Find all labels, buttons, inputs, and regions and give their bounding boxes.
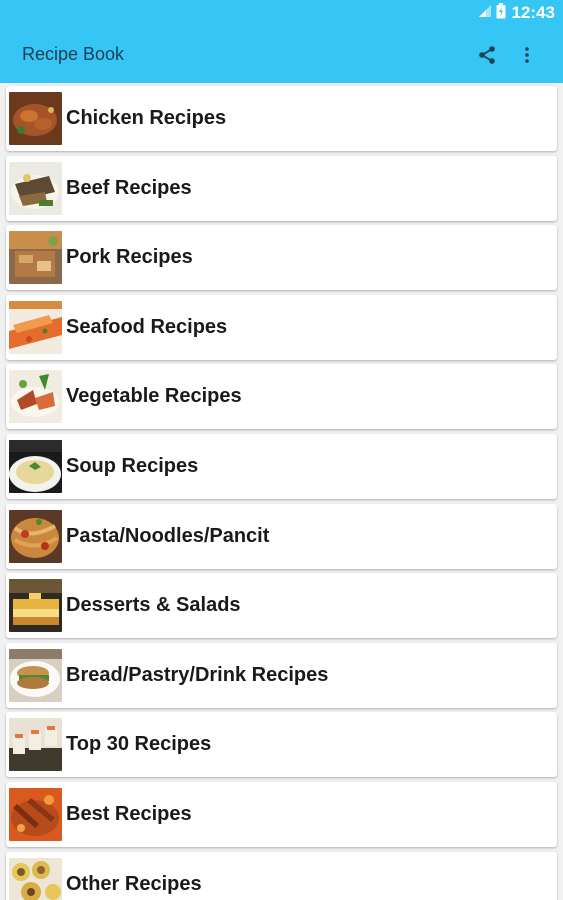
vegetable-dish-thumbnail xyxy=(9,370,62,424)
pasta-dish-thumbnail xyxy=(9,509,62,563)
category-item-bread-pastry-drink[interactable]: Bread/Pastry/Drink Recipes xyxy=(6,642,557,708)
rolls-platter-thumbnail xyxy=(9,857,62,900)
category-item-pasta[interactable]: Pasta/Noodles/Pancit xyxy=(6,503,557,569)
roast-dish-thumbnail xyxy=(9,787,62,841)
category-item-chicken[interactable]: Chicken Recipes xyxy=(6,86,557,151)
status-bar: 12:43 xyxy=(0,0,563,26)
category-label: Pork Recipes xyxy=(66,246,193,269)
app-title: Recipe Book xyxy=(22,44,125,64)
category-item-desserts[interactable]: Desserts & Salads xyxy=(6,573,557,639)
bread-pastry-thumbnail xyxy=(9,648,62,702)
status-icons xyxy=(478,2,506,24)
category-label: Soup Recipes xyxy=(66,454,199,477)
category-list: Chicken Recipes Beef Recipes Pork Recipe… xyxy=(0,83,563,900)
category-item-beef[interactable]: Beef Recipes xyxy=(6,155,557,221)
battery-icon xyxy=(496,2,506,24)
category-item-other[interactable]: Other Recipes xyxy=(6,851,557,900)
pork-dish-thumbnail xyxy=(9,231,62,285)
category-item-top-30[interactable]: Top 30 Recipes xyxy=(6,712,557,778)
soup-bowl-thumbnail xyxy=(9,439,62,493)
category-label: Pasta/Noodles/Pancit xyxy=(66,524,270,547)
seafood-dish-thumbnail xyxy=(9,300,62,354)
category-item-vegetable[interactable]: Vegetable Recipes xyxy=(6,364,557,430)
status-time: 12:43 xyxy=(511,3,555,22)
category-item-soup[interactable]: Soup Recipes xyxy=(6,433,557,499)
category-label: Other Recipes xyxy=(66,872,202,895)
sushi-rolls-thumbnail xyxy=(9,718,62,772)
signal-icon xyxy=(478,4,492,23)
share-icon xyxy=(479,45,495,64)
app-toolbar: Recipe Book xyxy=(0,26,563,83)
share-button[interactable] xyxy=(467,35,507,75)
category-label: Vegetable Recipes xyxy=(66,385,242,408)
category-item-pork[interactable]: Pork Recipes xyxy=(6,225,557,291)
more-options-button[interactable] xyxy=(507,35,547,75)
beef-dish-thumbnail xyxy=(9,161,62,215)
category-label: Bread/Pastry/Drink Recipes xyxy=(66,663,329,686)
category-item-seafood[interactable]: Seafood Recipes xyxy=(6,294,557,360)
category-label: Seafood Recipes xyxy=(66,315,228,338)
category-label: Chicken Recipes xyxy=(66,107,227,129)
category-label: Best Recipes xyxy=(66,802,192,825)
app-root: 12:43 Recipe Book Chicken Recipes Beef R… xyxy=(0,0,563,900)
category-label: Beef Recipes xyxy=(66,176,192,199)
dessert-cake-thumbnail xyxy=(9,579,62,633)
category-label: Desserts & Salads xyxy=(66,594,241,617)
category-label: Top 30 Recipes xyxy=(66,733,212,756)
category-item-best[interactable]: Best Recipes xyxy=(6,781,557,847)
more-vert-icon xyxy=(525,46,529,63)
chicken-dish-thumbnail xyxy=(9,92,62,145)
